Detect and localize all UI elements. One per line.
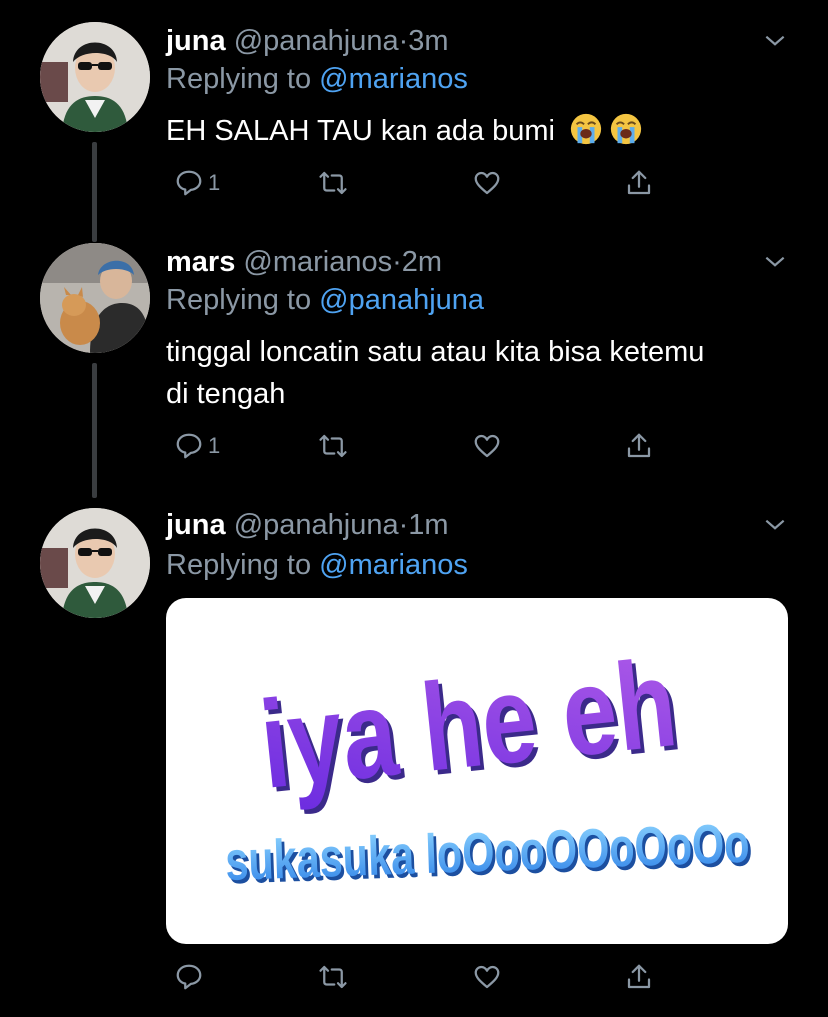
tweet-2[interactable]: mars @marianos·2m Replying to @panahjuna… xyxy=(0,243,828,498)
tweet-1[interactable]: juna @panahjuna·3m Replying to @marianos… xyxy=(0,22,828,242)
replying-to: Replying to @panahjuna xyxy=(166,281,484,319)
user-handle[interactable]: @marianos xyxy=(243,246,392,278)
thread-line xyxy=(92,142,97,242)
share-button[interactable] xyxy=(624,429,654,463)
display-name[interactable]: juna xyxy=(166,509,226,541)
retweet-button[interactable] xyxy=(318,960,348,994)
retweet-icon xyxy=(319,965,347,989)
chevron-down-icon[interactable] xyxy=(762,512,788,538)
media-text-bottom: sukasuka loOooOOoOoOo xyxy=(224,813,750,892)
share-icon xyxy=(627,433,651,458)
share-button[interactable] xyxy=(624,166,654,200)
timestamp[interactable]: 1m xyxy=(408,509,448,541)
reply-button[interactable] xyxy=(174,960,208,994)
tweet-actions: 1 xyxy=(166,166,666,200)
replying-to-link[interactable]: @marianos xyxy=(319,63,468,95)
replying-to-link[interactable]: @marianos xyxy=(319,549,468,581)
tweet-text: EH SALAH TAU kan ada bumi xyxy=(166,110,786,152)
tweet-actions: 1 xyxy=(166,429,666,463)
chevron-down-icon[interactable] xyxy=(762,249,788,275)
like-icon xyxy=(474,434,500,458)
chevron-down-icon[interactable] xyxy=(762,28,788,54)
tweet-actions xyxy=(166,960,666,994)
avatar[interactable] xyxy=(40,22,150,132)
timestamp[interactable]: 3m xyxy=(408,25,448,57)
retweet-button[interactable] xyxy=(318,429,348,463)
avatar[interactable] xyxy=(40,508,150,618)
like-button[interactable] xyxy=(472,429,502,463)
display-name[interactable]: juna xyxy=(166,25,226,57)
retweet-icon xyxy=(319,434,347,458)
avatar[interactable] xyxy=(40,243,150,353)
replying-prefix: Replying to xyxy=(166,284,312,316)
retweet-icon xyxy=(319,171,347,195)
separator-dot: · xyxy=(398,509,409,541)
display-name[interactable]: mars xyxy=(166,246,235,278)
tweet-text-line: di tengah xyxy=(166,378,286,410)
tweet-text: tinggal loncatin satu atau kita bisa ket… xyxy=(166,331,786,415)
retweet-button[interactable] xyxy=(318,166,348,200)
tweet-header: juna @panahjuna·3m xyxy=(166,22,449,60)
reply-icon xyxy=(176,170,202,196)
tweet-text-content: EH SALAH TAU kan ada bumi xyxy=(166,115,555,147)
user-handle[interactable]: @panahjuna xyxy=(234,509,399,541)
replying-to: Replying to @marianos xyxy=(166,60,468,98)
media-text-top: iya he eh xyxy=(254,633,682,815)
reply-button[interactable]: 1 xyxy=(174,429,220,463)
reply-icon xyxy=(176,964,202,990)
reply-count: 1 xyxy=(208,170,221,195)
loudly-crying-face-icon xyxy=(570,113,602,145)
separator-dot: · xyxy=(398,25,409,57)
like-button[interactable] xyxy=(472,960,502,994)
replying-prefix: Replying to xyxy=(166,549,312,581)
share-button[interactable] xyxy=(624,960,654,994)
replying-prefix: Replying to xyxy=(166,63,312,95)
like-icon xyxy=(474,965,500,989)
tweet-media-image[interactable]: iya he eh iya he eh sukasuka loOooOOoOoO… xyxy=(166,598,788,944)
tweet-header: mars @marianos·2m xyxy=(166,243,442,281)
like-button[interactable] xyxy=(472,166,502,200)
tweet-text-line: tinggal loncatin satu atau kita bisa ket… xyxy=(166,336,705,368)
reply-count: 1 xyxy=(208,433,221,458)
like-icon xyxy=(474,171,500,195)
tweet-3[interactable]: juna @panahjuna·1m Replying to @marianos… xyxy=(0,506,828,1017)
reply-button[interactable]: 1 xyxy=(174,166,220,200)
user-handle[interactable]: @panahjuna xyxy=(234,25,399,57)
loudly-crying-face-icon xyxy=(610,113,642,145)
reply-icon xyxy=(176,433,202,459)
replying-to: Replying to @marianos xyxy=(166,546,468,584)
share-icon xyxy=(627,964,651,989)
separator-dot: · xyxy=(392,246,402,278)
tweet-header: juna @panahjuna·1m xyxy=(166,506,449,544)
share-icon xyxy=(627,170,651,195)
thread-line xyxy=(92,363,97,498)
timestamp[interactable]: 2m xyxy=(402,246,442,278)
replying-to-link[interactable]: @panahjuna xyxy=(319,284,484,316)
